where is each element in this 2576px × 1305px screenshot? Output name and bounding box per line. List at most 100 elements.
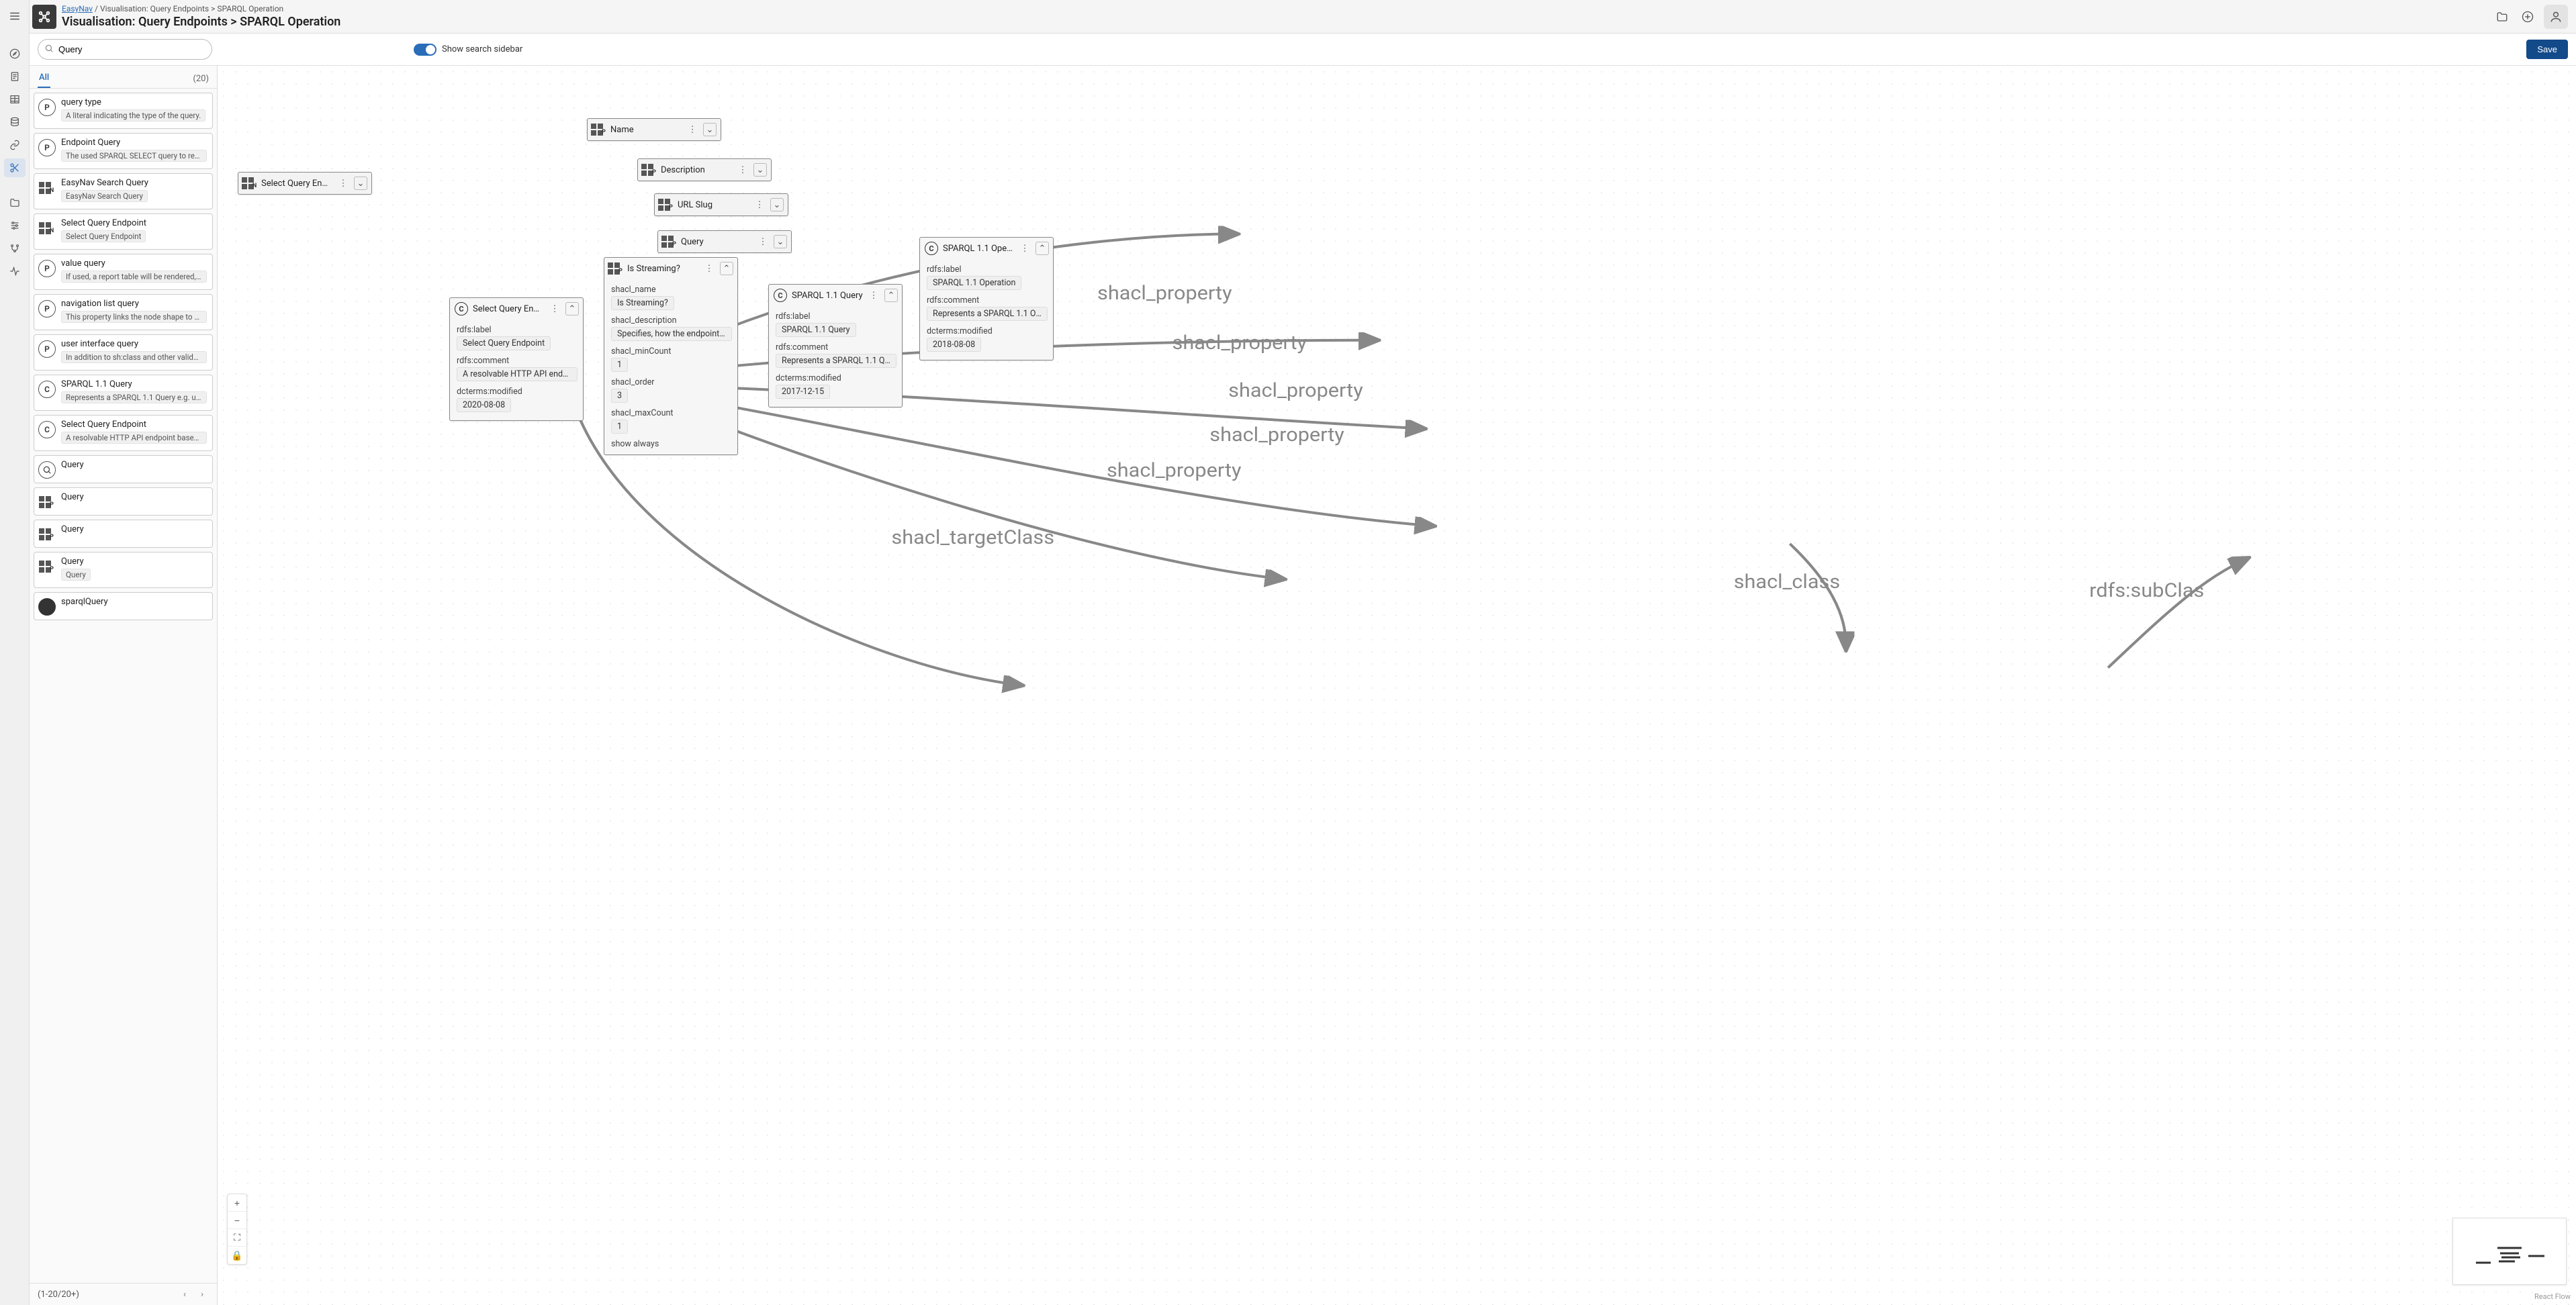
page-title: Visualisation: Query Endpoints > SPARQL … [62, 15, 2493, 29]
list-item-subtitle: This property links the node shape to a … [61, 311, 207, 323]
minimap[interactable] [2452, 1218, 2567, 1285]
list-item-subtitle: The used SPARQL SELECT query to retrieve… [61, 150, 207, 162]
tab-all[interactable]: All [38, 70, 50, 88]
node-menu-button[interactable]: ⋮ [867, 289, 880, 302]
property-icon: P [659, 197, 674, 212]
collapse-button[interactable]: ⌃ [1036, 242, 1049, 255]
node-menu-button[interactable]: ⋮ [686, 123, 699, 136]
result-count: (20) [193, 74, 209, 84]
toolbar: Show search sidebar Save [30, 34, 2576, 66]
collapse-button[interactable]: ⌃ [884, 289, 898, 302]
node-select-query-endpoint-class[interactable]: C Select Query Endpoint ⋮ ⌃ rdfs:label S… [449, 297, 584, 421]
list-item[interactable]: Pvalue queryIf used, a report table will… [34, 254, 213, 290]
list-item-subtitle: A resolvable HTTP API endpoint based on … [61, 432, 207, 444]
graph-canvas[interactable]: shacl_property shacl_property shacl_prop… [218, 66, 2576, 1305]
list-item-title: Query [61, 524, 207, 534]
scissors-icon[interactable] [4, 158, 26, 177]
list-item-title: Query [61, 492, 207, 502]
node-menu-button[interactable]: ⋮ [1018, 242, 1031, 255]
property-icon: P [592, 122, 606, 137]
folder-icon[interactable] [4, 193, 26, 212]
search-icon [44, 44, 54, 56]
node-menu-button[interactable]: ⋮ [548, 302, 561, 316]
node-select-query-endpoint-shape[interactable]: N Select Query Endpoint ⋮ ⌄ [238, 172, 372, 195]
node-menu-button[interactable]: ⋮ [702, 262, 716, 275]
expand-button[interactable]: ⌄ [703, 123, 717, 136]
attribution: React Flow [2534, 1292, 2571, 1301]
expand-button[interactable]: ⌄ [770, 198, 784, 211]
list-item-title: user interface query [61, 339, 207, 349]
zoom-controls: + − ⛶ 🔒 [227, 1194, 247, 1265]
list-item[interactable]: PEndpoint QueryThe used SPARQL SELECT qu… [34, 133, 213, 169]
list-item[interactable]: PQueryQuery [34, 552, 213, 588]
zoom-in-button[interactable]: + [228, 1194, 246, 1212]
node-url-slug[interactable]: P URL Slug ⋮ ⌄ [654, 193, 788, 216]
next-page-button[interactable]: › [195, 1288, 209, 1301]
node-menu-button[interactable]: ⋮ [756, 235, 770, 248]
list-item[interactable]: Puser interface queryIn addition to sh:c… [34, 334, 213, 371]
menu-button[interactable] [3, 4, 27, 28]
add-icon[interactable] [2518, 7, 2537, 26]
node-description[interactable]: P Description ⋮ ⌄ [637, 158, 772, 181]
collapse-button[interactable]: ⌃ [565, 302, 579, 316]
database-icon[interactable] [4, 113, 26, 132]
list-item[interactable]: Pnavigation list queryThis property link… [34, 294, 213, 330]
expand-button[interactable]: ⌄ [354, 177, 367, 190]
save-button[interactable]: Save [2526, 40, 2568, 59]
collapse-button[interactable]: ⌃ [720, 262, 733, 275]
list-item[interactable]: PQuery [34, 487, 213, 516]
expand-button[interactable]: ⌄ [774, 235, 787, 248]
lock-button[interactable]: 🔒 [228, 1247, 246, 1264]
list-item-subtitle: In addition to sh:class and other valida… [61, 351, 207, 363]
toggle-label: Show search sidebar [442, 44, 522, 54]
link-icon[interactable] [4, 136, 26, 154]
search-sidebar: All (20) Pquery typeA literal indicating… [30, 66, 218, 1305]
list-item-subtitle: A literal indicating the type of the que… [61, 109, 205, 122]
document-icon[interactable] [4, 67, 26, 86]
list-item[interactable]: Query [34, 455, 213, 483]
pagination-range: (1-20/20+) [38, 1290, 79, 1300]
show-sidebar-toggle[interactable] [414, 44, 436, 56]
node-menu-button[interactable]: ⋮ [336, 177, 350, 190]
compass-icon[interactable] [4, 44, 26, 63]
nav-rail [0, 0, 30, 1305]
list-item-subtitle: Select Query Endpoint [61, 230, 146, 242]
prev-page-button[interactable]: ‹ [178, 1288, 191, 1301]
list-item-title: Select Query Endpoint [61, 420, 207, 430]
node-menu-button[interactable]: ⋮ [753, 198, 766, 211]
zoom-out-button[interactable]: − [228, 1212, 246, 1229]
list-item-title: SPARQL 1.1 Query [61, 379, 207, 389]
branch-icon[interactable] [4, 239, 26, 258]
list-item[interactable]: CSPARQL 1.1 QueryRepresents a SPARQL 1.1… [34, 375, 213, 411]
node-sparql-operation[interactable]: C SPARQL 1.1 Operation ⋮ ⌃ rdfs:label SP… [919, 237, 1054, 360]
app-logo [32, 5, 56, 29]
list-item-title: Endpoint Query [61, 138, 207, 148]
table-icon[interactable] [4, 90, 26, 109]
node-menu-button[interactable]: ⋮ [736, 163, 749, 177]
list-item[interactable]: NEasyNav Search QueryEasyNav Search Quer… [34, 173, 213, 209]
list-item[interactable]: NSelect Query EndpointSelect Query Endpo… [34, 213, 213, 250]
list-item[interactable]: CSelect Query EndpointA resolvable HTTP … [34, 415, 213, 451]
expand-button[interactable]: ⌄ [753, 163, 767, 177]
list-item[interactable]: PQuery [34, 520, 213, 548]
nodeshape-icon: N [242, 176, 257, 191]
folder-action-icon[interactable] [2493, 7, 2512, 26]
search-input[interactable] [38, 39, 212, 60]
node-name[interactable]: P Name ⋮ ⌄ [587, 118, 721, 141]
avatar-button[interactable] [2544, 5, 2568, 29]
node-query[interactable]: P Query ⋮ ⌄ [657, 230, 792, 253]
property-icon: P [642, 162, 657, 177]
breadcrumb-trail: Visualisation: Query Endpoints > SPARQL … [100, 4, 283, 13]
list-item[interactable]: Pquery typeA literal indicating the type… [34, 93, 213, 129]
node-is-streaming[interactable]: P Is Streaming? ⋮ ⌃ shacl_name Is Stream… [604, 257, 738, 455]
fit-view-button[interactable]: ⛶ [228, 1229, 246, 1247]
activity-icon[interactable] [4, 262, 26, 281]
page-header: EasyNav / Visualisation: Query Endpoints… [30, 0, 2576, 34]
breadcrumb-root[interactable]: EasyNav [62, 4, 93, 13]
sliders-icon[interactable] [4, 216, 26, 235]
node-sparql-query[interactable]: C SPARQL 1.1 Query ⋮ ⌃ rdfs:label SPARQL… [768, 284, 903, 407]
list-item[interactable]: sparqlQuery [34, 592, 213, 620]
list-item-title: query type [61, 97, 207, 107]
list-item-title: navigation list query [61, 299, 207, 309]
class-icon: C [924, 241, 939, 256]
